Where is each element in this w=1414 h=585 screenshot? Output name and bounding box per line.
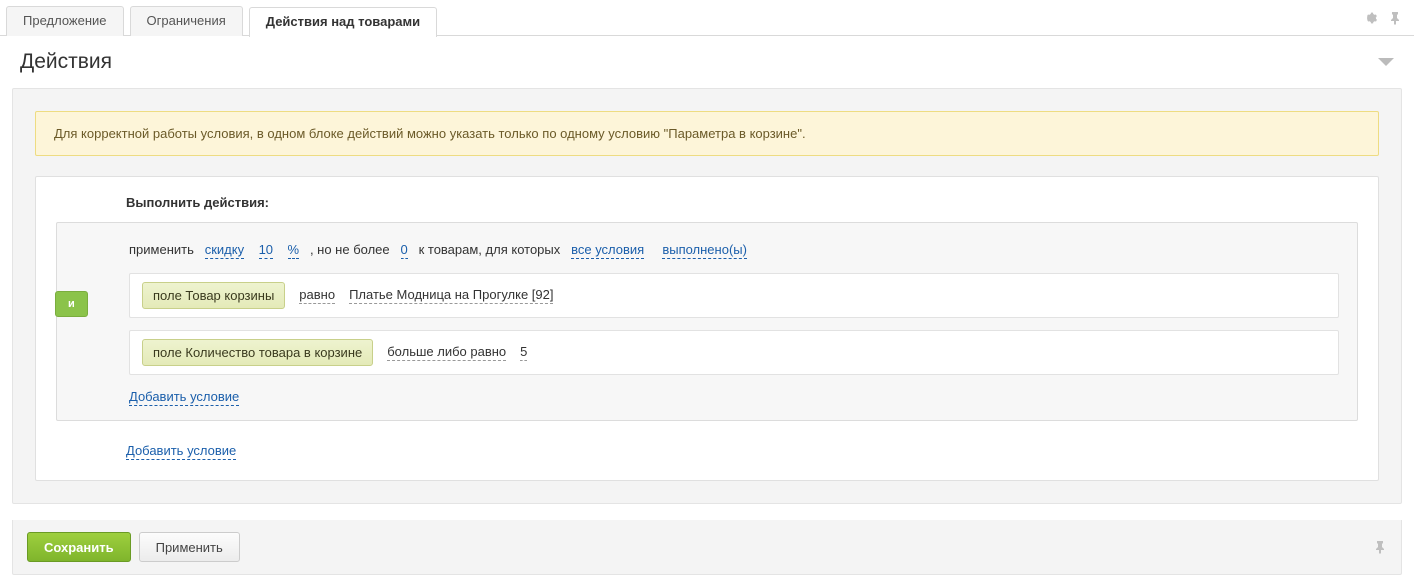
discount-value[interactable]: 10 — [259, 242, 273, 259]
gear-icon[interactable] — [1362, 10, 1378, 26]
add-condition-outer[interactable]: Добавить условие — [126, 443, 236, 460]
notice-banner: Для корректной работы условия, в одном б… — [35, 111, 1379, 156]
tab-restrictions[interactable]: Ограничения — [130, 6, 243, 36]
section-title: Действия — [20, 50, 112, 74]
condition-operator[interactable]: равно — [299, 287, 335, 304]
text-limit: , но не более — [303, 242, 397, 257]
action-block: И применить скидку 10 % , но не более 0 … — [56, 222, 1358, 421]
pin-icon[interactable] — [1388, 11, 1402, 25]
condition-connector[interactable]: И — [55, 291, 88, 317]
condition-row-2: поле Количество товара в корзине больше … — [129, 330, 1339, 375]
condition-value[interactable]: Платье Модница на Прогулке [92] — [349, 287, 553, 304]
limit-value[interactable]: 0 — [401, 242, 408, 259]
tab-tools — [1362, 10, 1414, 26]
pin-icon[interactable] — [1373, 540, 1387, 554]
condition-operator[interactable]: больше либо равно — [387, 344, 506, 361]
chevron-down-icon[interactable] — [1378, 58, 1394, 66]
actions-panel: Для корректной работы условия, в одном б… — [12, 88, 1402, 504]
rules-heading: Выполнить действия: — [126, 195, 1358, 210]
save-button[interactable]: Сохранить — [27, 532, 131, 562]
tab-offer[interactable]: Предложение — [6, 6, 124, 36]
condition-done[interactable]: выполнено(ы) — [662, 242, 747, 259]
condition-field[interactable]: поле Товар корзины — [142, 282, 285, 309]
footer-bar: Сохранить Применить — [12, 520, 1402, 575]
condition-row-1: поле Товар корзины равно Платье Модница … — [129, 273, 1339, 318]
text-for: к товарам, для которых — [411, 242, 567, 257]
tab-product-actions[interactable]: Действия над товарами — [249, 7, 437, 37]
rules-box: Выполнить действия: И применить скидку 1… — [35, 176, 1379, 481]
tabs-bar: Предложение Ограничения Действия над тов… — [0, 0, 1414, 36]
add-condition-inner[interactable]: Добавить условие — [129, 389, 239, 406]
apply-button[interactable]: Применить — [139, 532, 240, 562]
text-apply: применить — [129, 242, 201, 257]
condition-field[interactable]: поле Количество товара в корзине — [142, 339, 373, 366]
condition-value[interactable]: 5 — [520, 344, 527, 361]
discount-type[interactable]: скидку — [205, 242, 244, 259]
action-line: применить скидку 10 % , но не более 0 к … — [129, 239, 1339, 261]
discount-unit[interactable]: % — [288, 242, 300, 259]
condition-mode[interactable]: все условия — [571, 242, 644, 259]
section-header: Действия — [0, 36, 1414, 88]
